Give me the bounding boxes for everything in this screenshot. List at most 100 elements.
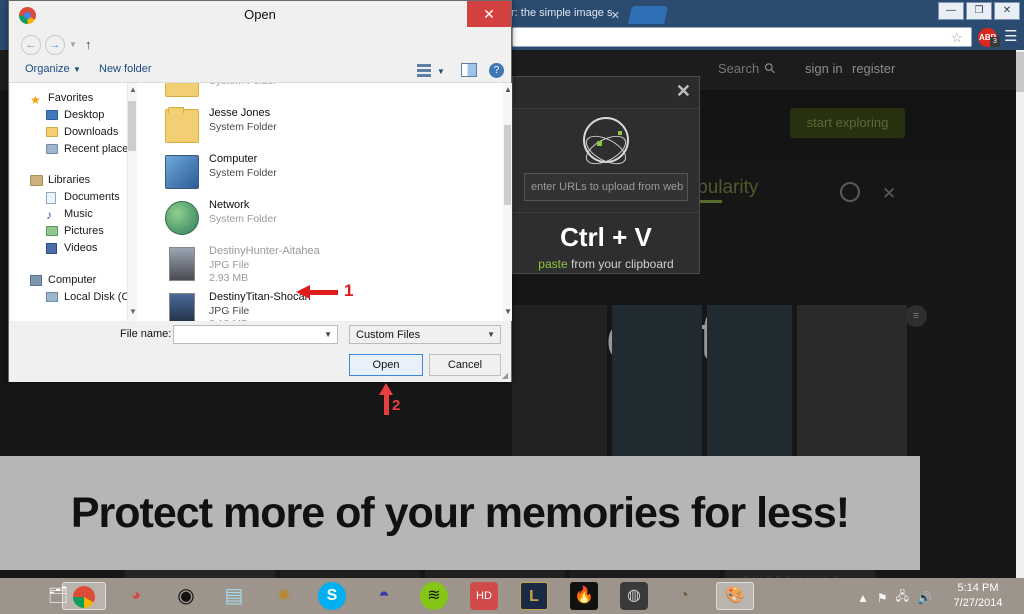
thumbnail-tile[interactable] bbox=[280, 570, 420, 578]
taskbar-gimp-icon[interactable]: ◔ bbox=[670, 582, 698, 610]
dialog-footer: File name: ▼ Custom Files ▼ Open Cancel … bbox=[9, 321, 511, 382]
thumbnail-tile[interactable] bbox=[797, 305, 907, 465]
taskbar-color-wheel-icon[interactable]: ◕ bbox=[122, 582, 150, 610]
organize-caret-icon[interactable]: ▼ bbox=[73, 65, 81, 74]
file-meta: System Folder bbox=[209, 167, 277, 179]
promo-banner[interactable]: Protect more of your memories for less! bbox=[0, 456, 920, 570]
sidebar-item-recent-places[interactable]: Recent places bbox=[10, 142, 135, 159]
file-list-scroll-up-icon[interactable]: ▲ bbox=[504, 85, 512, 94]
file-list-item[interactable]: Computer System Folder bbox=[137, 151, 493, 195]
restore-button[interactable]: ❐ bbox=[966, 2, 992, 20]
tray-expand-icon[interactable]: ▲ bbox=[857, 591, 869, 605]
sidebar-scrollbar-thumb[interactable] bbox=[128, 101, 136, 151]
tray-flag-icon[interactable]: ⚑ bbox=[877, 591, 888, 605]
sidebar-item-desktop[interactable]: Desktop bbox=[10, 108, 135, 125]
tray-network-icon[interactable]: 🖧 bbox=[896, 587, 909, 608]
thumbnail-tile[interactable] bbox=[570, 570, 720, 578]
sidebar-item-downloads[interactable]: Downloads bbox=[10, 125, 135, 142]
dialog-titlebar: Open ✕ bbox=[9, 1, 511, 31]
taskbar-spotify-icon[interactable]: ≋ bbox=[420, 582, 448, 610]
back-button[interactable]: ← bbox=[21, 35, 41, 55]
thumbnail-tile[interactable] bbox=[707, 305, 792, 465]
overflow-menu-icon[interactable]: ≡ bbox=[905, 305, 927, 327]
thumbnail-tile[interactable] bbox=[125, 570, 275, 578]
file-list-item[interactable]: Network System Folder bbox=[137, 197, 493, 241]
thumbnail-tile[interactable] bbox=[512, 305, 607, 465]
taskbar-clock[interactable]: 5:14 PM 7/27/2014 bbox=[938, 581, 1018, 611]
bookmark-star-icon[interactable]: ☆ bbox=[951, 31, 965, 45]
taskbar-steam-icon[interactable]: ◍ bbox=[620, 582, 648, 610]
sidebar-item-music[interactable]: ♪ Music bbox=[10, 207, 135, 224]
chevron-down-icon[interactable]: ▼ bbox=[487, 330, 495, 339]
file-name: Jesse Jones bbox=[209, 107, 271, 119]
forward-button[interactable]: → bbox=[45, 35, 65, 55]
taskbar-chrome-icon[interactable] bbox=[62, 582, 106, 610]
recent-clock-icon[interactable] bbox=[840, 182, 860, 202]
sidebar-item-pictures[interactable]: Pictures bbox=[10, 224, 135, 241]
sidebar-label: Music bbox=[64, 208, 93, 220]
sidebar-item-computer[interactable]: Computer bbox=[10, 273, 135, 290]
file-type-select[interactable]: Custom Files ▼ bbox=[349, 325, 501, 344]
chevron-down-icon[interactable]: ▼ bbox=[324, 330, 332, 339]
taskbar-headphones-icon[interactable]: ◓ bbox=[370, 582, 398, 610]
browser-tab[interactable]: r: the simple image s ✕ bbox=[505, 2, 625, 24]
taskbar-hd-recorder-icon[interactable]: HD bbox=[470, 582, 498, 610]
organize-button[interactable]: Organize bbox=[25, 63, 70, 75]
file-list-scroll-down-icon[interactable]: ▼ bbox=[504, 307, 512, 316]
file-list-item[interactable]: Jesse Jones System Folder bbox=[137, 105, 493, 149]
downloads-icon bbox=[46, 127, 58, 137]
up-directory-button[interactable]: ↑ bbox=[85, 37, 92, 52]
dialog-close-button[interactable]: ✕ bbox=[467, 1, 511, 27]
resize-grip-icon[interactable]: ◢ bbox=[502, 371, 508, 380]
view-options-icon[interactable] bbox=[417, 64, 431, 77]
sidebar-scroll-up-icon[interactable]: ▲ bbox=[129, 85, 137, 94]
preview-pane-icon[interactable] bbox=[461, 63, 477, 77]
open-button[interactable]: Open bbox=[349, 354, 423, 376]
taskbar-league-of-legends-icon[interactable]: L bbox=[520, 582, 548, 610]
page-scrollbar-thumb[interactable] bbox=[1016, 52, 1024, 92]
taskbar-skype-icon[interactable]: S bbox=[318, 582, 346, 610]
sidebar-item-documents[interactable]: Documents bbox=[10, 190, 135, 207]
new-tab-button[interactable] bbox=[628, 6, 668, 24]
tray-volume-icon[interactable]: 🔊 bbox=[917, 591, 932, 605]
file-name-label: File name: bbox=[120, 328, 172, 340]
site-search-label[interactable]: Search bbox=[718, 61, 759, 76]
url-upload-input[interactable]: enter URLs to upload from web bbox=[524, 173, 688, 201]
taskbar-fire-app-icon[interactable]: 🔥 bbox=[570, 582, 598, 610]
sign-in-link[interactable]: sign in bbox=[805, 61, 843, 76]
new-folder-button[interactable]: New folder bbox=[99, 63, 152, 75]
file-name-input[interactable]: ▼ bbox=[173, 325, 338, 344]
history-dropdown-icon[interactable]: ▼ bbox=[69, 40, 77, 49]
page-scrollbar[interactable] bbox=[1016, 50, 1024, 578]
shuffle-icon[interactable]: ✕ bbox=[882, 184, 896, 204]
sidebar-item-libraries[interactable]: Libraries bbox=[10, 173, 135, 190]
register-link[interactable]: register bbox=[852, 61, 895, 76]
taskbar-obs-icon[interactable]: ◉ bbox=[172, 582, 200, 610]
file-list-item[interactable]: System Folder bbox=[137, 83, 493, 103]
close-icon[interactable]: ✕ bbox=[676, 82, 691, 100]
sidebar-item-favorites[interactable]: ★ Favorites bbox=[10, 91, 135, 108]
sidebar-item-videos[interactable]: Videos bbox=[10, 241, 135, 258]
thumbnail-tile[interactable] bbox=[612, 305, 702, 465]
sidebar-group-libraries: Libraries Documents ♪ Music Pictures Vid… bbox=[10, 173, 135, 258]
help-icon[interactable]: ? bbox=[489, 63, 504, 78]
chrome-menu-icon[interactable]: ☰ bbox=[1004, 29, 1017, 45]
file-list-item[interactable]: DestinyHunter-Aitahea JPG File 2.93 MB bbox=[137, 243, 493, 287]
minimize-button[interactable]: — bbox=[938, 2, 964, 20]
close-button[interactable]: ✕ bbox=[994, 2, 1020, 20]
thumbnail-tile[interactable] bbox=[425, 570, 565, 578]
taskbar-swtor-icon[interactable]: ✷ bbox=[270, 582, 298, 610]
file-list-scrollbar-thumb[interactable] bbox=[504, 125, 511, 205]
sidebar-item-local-disk[interactable]: Local Disk (C:) bbox=[10, 290, 135, 307]
tab-close-icon[interactable]: ✕ bbox=[611, 5, 620, 24]
sidebar-scroll-down-icon[interactable]: ▼ bbox=[129, 307, 137, 316]
address-bar[interactable]: ☆ bbox=[512, 27, 972, 47]
taskbar-notepad-icon[interactable]: ▤ bbox=[220, 582, 248, 610]
search-icon[interactable]: ⚲ bbox=[760, 59, 779, 78]
file-list-item[interactable]: DestinyTitan-Shocari JPG File 2.19 MB bbox=[137, 289, 493, 321]
start-exploring-button[interactable]: start exploring bbox=[790, 108, 905, 138]
documents-icon bbox=[46, 192, 56, 204]
cancel-button[interactable]: Cancel bbox=[429, 354, 501, 376]
view-caret-icon[interactable]: ▼ bbox=[437, 67, 445, 76]
taskbar-paint-icon[interactable]: 🎨 bbox=[716, 582, 754, 610]
